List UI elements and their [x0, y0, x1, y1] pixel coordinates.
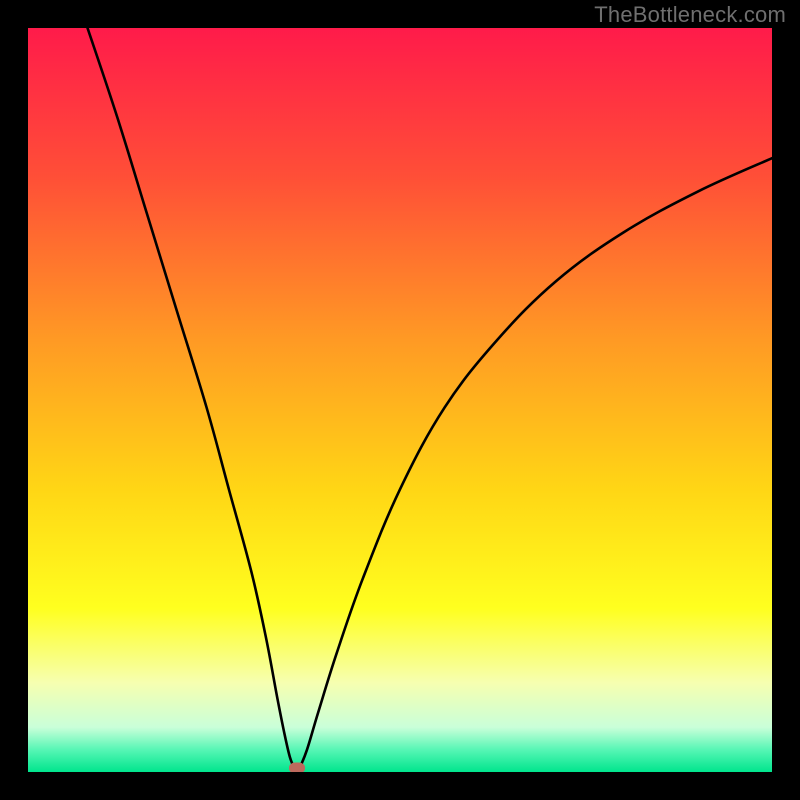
plot-svg: [28, 28, 772, 772]
chart-frame: TheBottleneck.com: [0, 0, 800, 800]
plot-area: [28, 28, 772, 772]
watermark-text: TheBottleneck.com: [594, 2, 786, 28]
gradient-background: [28, 28, 772, 772]
marker-dot: [289, 763, 305, 772]
